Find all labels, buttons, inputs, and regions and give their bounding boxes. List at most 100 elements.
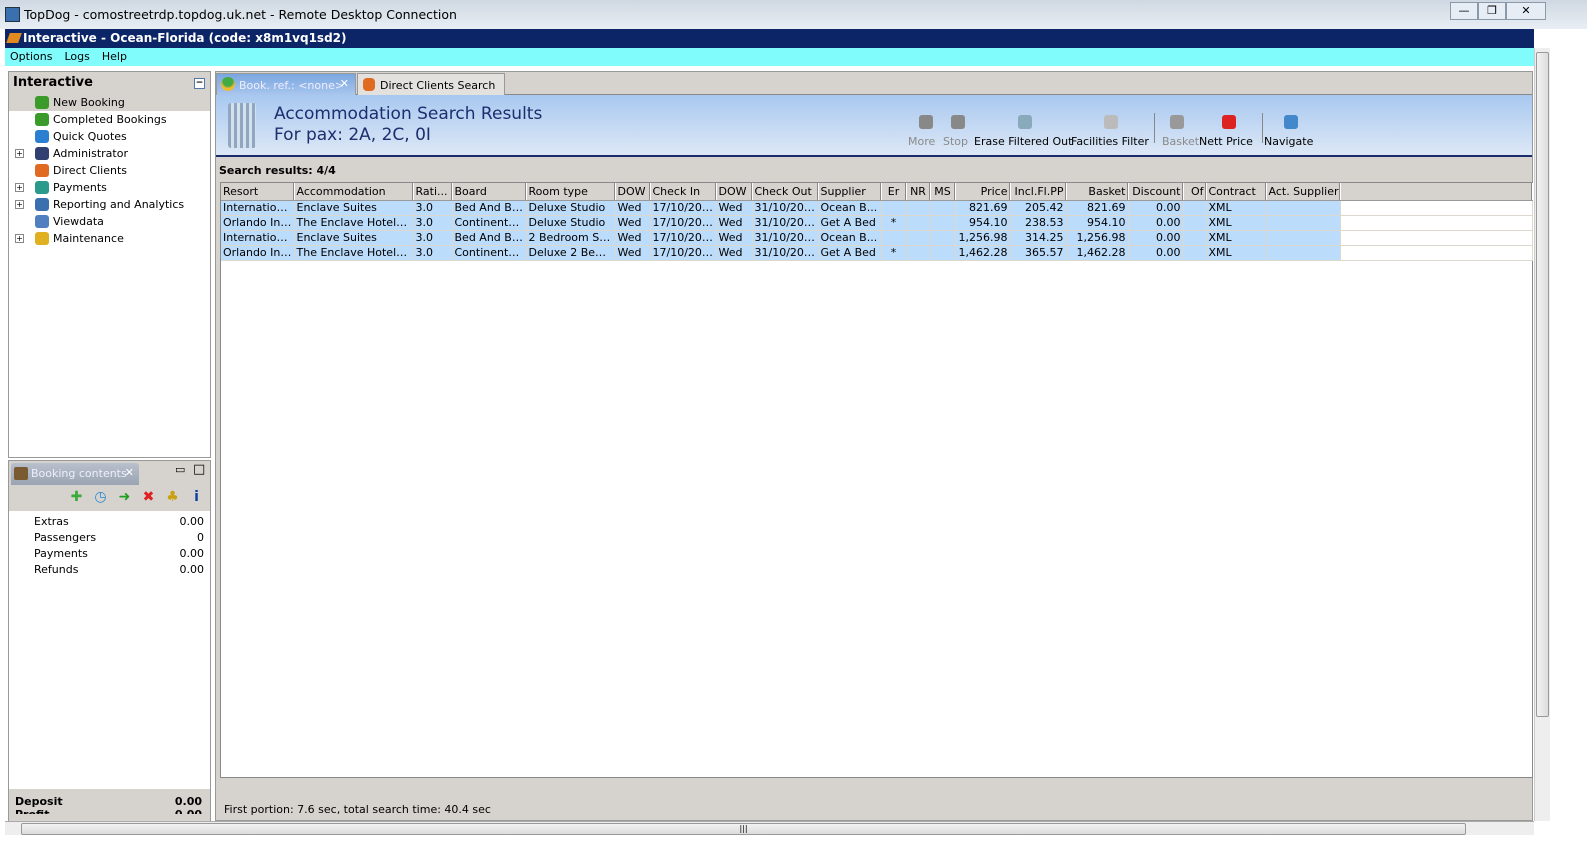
expand-icon[interactable]: + bbox=[15, 149, 24, 158]
nav-item[interactable]: + Reporting and Analytics bbox=[9, 196, 210, 213]
column-header[interactable]: Price bbox=[955, 183, 1011, 201]
table-cell: Orlando Int... bbox=[221, 215, 295, 231]
nav-item[interactable]: Direct Clients bbox=[9, 162, 210, 179]
column-header[interactable]: Of bbox=[1183, 183, 1207, 201]
nav-item[interactable]: Completed Bookings bbox=[9, 111, 210, 128]
nav-item[interactable]: + Administrator bbox=[9, 145, 210, 162]
toolbar-label: Nett Price bbox=[1199, 135, 1253, 148]
toolbar-label: More bbox=[908, 135, 936, 148]
scroll-thumb[interactable]: ||| bbox=[21, 823, 1466, 835]
column-header[interactable]: Contract bbox=[1206, 183, 1267, 201]
column-header[interactable]: DOW bbox=[615, 183, 651, 201]
table-cell: Wed bbox=[716, 230, 753, 246]
column-header-filler bbox=[1340, 183, 1533, 201]
table-cell-empty bbox=[1340, 245, 1533, 261]
column-header[interactable]: Room type bbox=[526, 183, 616, 201]
table-cell bbox=[1183, 200, 1207, 216]
menu-help[interactable]: Help bbox=[102, 50, 127, 64]
nav-item-label: Maintenance bbox=[53, 232, 124, 245]
table-cell: Wed bbox=[615, 245, 651, 261]
expand-icon[interactable]: + bbox=[15, 234, 24, 243]
column-header[interactable]: Basket bbox=[1066, 183, 1129, 201]
profit-value: 0.00 bbox=[175, 808, 202, 814]
menu-logs[interactable]: Logs bbox=[64, 50, 89, 64]
column-header[interactable]: Check Out bbox=[752, 183, 819, 201]
nav-item[interactable]: New Booking bbox=[9, 94, 210, 111]
minimize-panel-button[interactable]: ▭ bbox=[175, 463, 185, 476]
column-header[interactable]: Rati... bbox=[413, 183, 453, 201]
table-cell bbox=[930, 230, 956, 246]
results-table: Resort Accommodation Rati... Board Room type… bbox=[221, 183, 1533, 261]
basket-button[interactable]: Basket bbox=[1162, 135, 1199, 148]
table-row[interactable]: Orlando Int... The Enclave Hotel & ... 3.0… bbox=[221, 215, 1533, 231]
column-header[interactable]: Act. Supplier bbox=[1266, 183, 1341, 201]
table-cell: 238.53 bbox=[1010, 215, 1067, 231]
table-row[interactable]: Orlando Int... The Enclave Hotel & ... 3.0… bbox=[221, 245, 1533, 261]
table-cell: 31/10/2018 bbox=[752, 230, 819, 246]
column-header[interactable]: DOW bbox=[716, 183, 753, 201]
page-title: Accommodation Search Results bbox=[274, 104, 543, 124]
nett-price-button[interactable]: Nett Price bbox=[1199, 135, 1253, 148]
erase-filtered-out-button[interactable]: Erase Filtered Out bbox=[974, 135, 1072, 148]
nav-item-icon bbox=[35, 164, 49, 177]
summary-row: Extras 0.00 bbox=[9, 515, 210, 531]
table-cell: Deluxe Studio bbox=[526, 200, 616, 216]
column-header[interactable]: Board bbox=[452, 183, 527, 201]
horizontal-scrollbar[interactable]: ||| bbox=[5, 821, 1534, 835]
nav-item-icon bbox=[35, 198, 49, 211]
nav-item[interactable]: Quick Quotes bbox=[9, 128, 210, 145]
column-header[interactable]: Discount bbox=[1128, 183, 1184, 201]
table-cell: Get A Bed bbox=[818, 245, 882, 261]
info-icon[interactable]: i bbox=[189, 490, 204, 505]
add-icon[interactable]: ✚ bbox=[69, 490, 84, 505]
expand-icon[interactable]: + bbox=[15, 183, 24, 192]
nav-item[interactable]: + Payments bbox=[9, 179, 210, 196]
table-cell: * bbox=[881, 245, 907, 261]
close-button[interactable]: ✕ bbox=[1506, 2, 1546, 20]
column-header[interactable]: NR bbox=[906, 183, 931, 201]
palm-icon[interactable]: ♣ bbox=[165, 490, 180, 505]
table-cell: 2 Bedroom Suite bbox=[526, 230, 616, 246]
column-header[interactable]: Supplier bbox=[818, 183, 882, 201]
tab-booking-ref[interactable]: Book. ref.: <none> ✕ bbox=[216, 73, 356, 95]
delete-icon[interactable]: ✖ bbox=[141, 490, 156, 505]
column-header[interactable]: Check In bbox=[650, 183, 717, 201]
more-button[interactable]: More bbox=[908, 135, 935, 148]
facilities-filter-button[interactable]: Facilities Filter bbox=[1071, 135, 1149, 148]
restore-button[interactable]: ❐ bbox=[1478, 2, 1506, 20]
column-header[interactable]: Incl.Fl.PP bbox=[1010, 183, 1067, 201]
basket-transfer-icon[interactable]: ➜ bbox=[117, 490, 132, 505]
rdp-titlebar: TopDog - comostreetrdp.topdog.uk.net - R… bbox=[0, 0, 1587, 29]
collapse-button[interactable]: − bbox=[194, 78, 205, 89]
table-cell: 31/10/2018 bbox=[752, 245, 819, 261]
booking-contents-tab[interactable]: Booking contents ✕ bbox=[11, 463, 139, 485]
table-cell bbox=[1266, 200, 1341, 216]
nav-item[interactable]: Viewdata bbox=[9, 213, 210, 230]
nav-item[interactable]: + Maintenance bbox=[9, 230, 210, 247]
table-cell: Wed bbox=[615, 200, 651, 216]
table-cell: XML bbox=[1206, 200, 1267, 216]
menu-options[interactable]: Options bbox=[10, 50, 52, 64]
column-header[interactable]: Accommodation bbox=[294, 183, 414, 201]
close-tab-icon[interactable]: ✕ bbox=[340, 77, 349, 90]
minimize-button[interactable]: — bbox=[1450, 2, 1478, 20]
booking-totals: Deposit 0.00 Profit 0.00 bbox=[9, 789, 210, 821]
column-header[interactable]: Er bbox=[881, 183, 907, 201]
table-row[interactable]: Internation... Enclave Suites 3.0 Bed And B… bbox=[221, 230, 1533, 246]
navigate-button[interactable]: Navigate bbox=[1264, 135, 1313, 148]
maximize-panel-button[interactable]: □ bbox=[193, 462, 205, 477]
close-icon[interactable]: ✕ bbox=[125, 466, 134, 479]
vertical-scrollbar[interactable] bbox=[1534, 48, 1550, 821]
table-cell: Continental... bbox=[452, 215, 527, 231]
table-cell: 365.57 bbox=[1010, 245, 1067, 261]
column-header[interactable]: Resort bbox=[221, 183, 295, 201]
table-cell: 17/10/2018 bbox=[650, 230, 717, 246]
column-header[interactable]: MS bbox=[930, 183, 956, 201]
stop-button[interactable]: Stop bbox=[943, 135, 968, 148]
expand-icon[interactable]: + bbox=[15, 200, 24, 209]
table-row[interactable]: Internation... Enclave Suites 3.0 Bed And B… bbox=[221, 200, 1533, 216]
clock-icon[interactable]: ◷ bbox=[93, 490, 108, 505]
app-titlebar: Interactive - Ocean-Florida (code: x8m1v… bbox=[5, 29, 1534, 48]
scroll-thumb[interactable] bbox=[1536, 52, 1549, 717]
tab-direct-clients-search[interactable]: Direct Clients Search bbox=[357, 73, 505, 95]
